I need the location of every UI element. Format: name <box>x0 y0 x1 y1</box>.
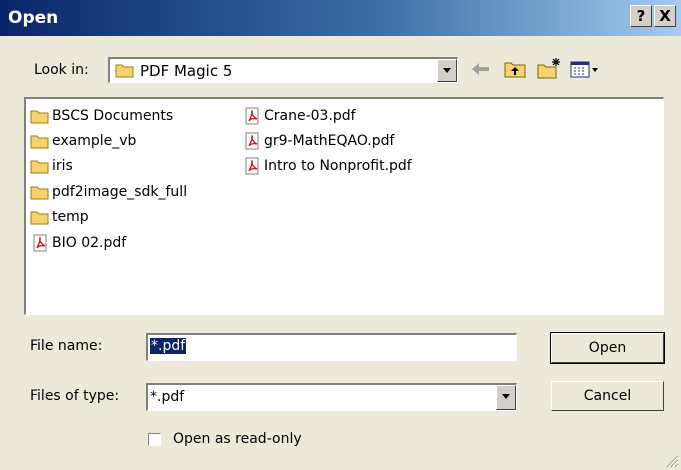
file-type-label: Files of type: <box>30 388 120 404</box>
new-folder-icon[interactable] <box>536 56 562 82</box>
folder-icon <box>30 110 49 124</box>
up-folder-icon[interactable] <box>502 56 528 82</box>
cancel-button[interactable]: Cancel <box>551 381 664 411</box>
folder-icon <box>30 135 49 149</box>
file-name: example_vb <box>52 133 137 149</box>
file-type-dropdown-button[interactable] <box>496 385 516 410</box>
pdf-file-icon <box>245 107 259 125</box>
title-bar[interactable]: Open ? X <box>0 0 681 36</box>
file-type-value: *.pdf <box>150 389 185 405</box>
file-name-label: File name: <box>30 338 103 354</box>
list-item[interactable]: pdf2image_sdk_full <box>30 181 187 203</box>
file-name: BIO 02.pdf <box>52 235 127 251</box>
folder-icon <box>30 186 49 200</box>
list-item[interactable]: BSCS Documents <box>30 105 173 127</box>
list-item[interactable]: Intro to Nonprofit.pdf <box>242 155 412 177</box>
look-in-value: PDF Magic 5 <box>140 62 233 80</box>
read-only-label[interactable]: Open as read-only <box>173 431 302 447</box>
pdf-file-icon <box>245 157 259 175</box>
list-item[interactable]: temp <box>30 206 89 228</box>
file-name-input[interactable]: *.pdf <box>146 333 517 361</box>
look-in-combo[interactable]: PDF Magic 5 <box>108 57 458 83</box>
file-name-value: *.pdf <box>150 338 187 354</box>
view-menu-icon[interactable] <box>568 56 602 82</box>
open-button[interactable]: Open <box>550 332 665 364</box>
help-button[interactable]: ? <box>630 5 652 27</box>
file-name: pdf2image_sdk_full <box>52 184 188 200</box>
list-item[interactable]: iris <box>30 155 73 177</box>
folder-icon <box>30 211 49 225</box>
look-in-label: Look in: <box>34 62 89 78</box>
folder-icon <box>115 64 134 78</box>
file-name: BSCS Documents <box>52 108 174 124</box>
list-item[interactable]: Crane-03.pdf <box>242 105 356 127</box>
read-only-checkbox[interactable] <box>148 433 161 446</box>
list-item[interactable]: example_vb <box>30 130 136 152</box>
file-name: Crane-03.pdf <box>264 108 356 124</box>
close-button[interactable]: X <box>654 5 676 27</box>
file-name: iris <box>52 158 73 174</box>
folder-icon <box>30 160 49 174</box>
file-name: temp <box>52 209 89 225</box>
list-item[interactable]: BIO 02.pdf <box>30 232 126 254</box>
pdf-file-icon <box>245 132 259 150</box>
file-name: Intro to Nonprofit.pdf <box>264 158 412 174</box>
window-title: Open <box>8 8 59 28</box>
pdf-file-icon <box>33 234 47 252</box>
file-type-combo[interactable]: *.pdf <box>146 383 517 411</box>
back-arrow-icon[interactable] <box>468 56 494 82</box>
resize-grip-icon[interactable] <box>665 454 679 468</box>
list-item[interactable]: gr9-MathEQAO.pdf <box>242 130 394 152</box>
file-name: gr9-MathEQAO.pdf <box>264 133 395 149</box>
open-dialog: Open ? X Look in: PDF Magic 5 BSCS Docum… <box>0 0 681 470</box>
file-list[interactable]: BSCS Documents example_vb iris pdf2image… <box>24 97 664 315</box>
look-in-dropdown-button[interactable] <box>437 59 457 82</box>
